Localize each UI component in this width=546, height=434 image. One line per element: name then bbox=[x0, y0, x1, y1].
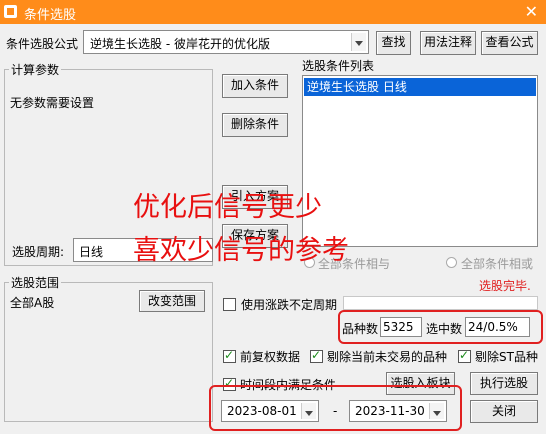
status-text: 选股完毕. bbox=[479, 279, 531, 293]
exclude-st-label: 剔除ST品种 bbox=[475, 350, 538, 364]
params-message: 无参数需要设置 bbox=[10, 96, 95, 110]
close-button[interactable]: 关闭 bbox=[470, 400, 538, 423]
or-label: 全部条件相或 bbox=[461, 257, 534, 271]
title-bar: 条件选股 ✕ bbox=[0, 0, 546, 24]
prev-adjust-label: 前复权数据 bbox=[240, 350, 301, 364]
period-value: 日线 bbox=[79, 245, 104, 259]
change-range-button[interactable]: 改变范围 bbox=[139, 290, 205, 312]
unfixed-period-label: 使用涨跌不定周期 bbox=[241, 298, 338, 312]
condition-list-label: 选股条件列表 bbox=[302, 59, 375, 73]
prev-adjust-checkbox[interactable] bbox=[223, 348, 236, 363]
range-value: 全部A股 bbox=[10, 296, 55, 310]
chevron-down-icon[interactable] bbox=[351, 33, 366, 51]
close-icon[interactable]: ✕ bbox=[525, 2, 538, 21]
view-formula-button[interactable]: 查看公式 bbox=[481, 31, 538, 55]
dates-highlight-box bbox=[209, 385, 462, 431]
unfixed-period-field[interactable] bbox=[343, 296, 538, 310]
usage-notes-button[interactable]: 用法注释 bbox=[420, 31, 476, 55]
unfixed-period-checkbox[interactable] bbox=[223, 298, 236, 311]
add-condition-button[interactable]: 加入条件 bbox=[222, 74, 288, 98]
annotation-line-2: 喜欢少信号的参考 bbox=[133, 235, 349, 266]
exclude-st-checkbox[interactable] bbox=[458, 348, 471, 363]
execute-button[interactable]: 执行选股 bbox=[470, 372, 538, 395]
formula-select-value: 逆境生长选股 - 彼岸花开的优化版 bbox=[90, 37, 270, 51]
find-button[interactable]: 查找 bbox=[376, 31, 411, 55]
params-group-label: 计算参数 bbox=[9, 61, 62, 78]
exclude-untraded-label: 剔除当前未交易的品种 bbox=[327, 350, 448, 364]
formula-select[interactable]: 逆境生长选股 - 彼岸花开的优化版 bbox=[83, 30, 369, 54]
formula-label: 条件选股公式 bbox=[6, 37, 79, 51]
range-group-label: 选股范围 bbox=[9, 274, 62, 291]
condition-list[interactable]: 逆境生长选股 日线 bbox=[302, 75, 538, 247]
stock-screener-window: 条件选股 ✕ 条件选股公式 逆境生长选股 - 彼岸花开的优化版 查找 用法注释 … bbox=[0, 0, 546, 434]
app-icon bbox=[4, 5, 17, 18]
condition-list-item[interactable]: 逆境生长选股 日线 bbox=[304, 78, 536, 96]
window-title: 条件选股 bbox=[24, 8, 77, 23]
delete-condition-button[interactable]: 删除条件 bbox=[222, 113, 288, 137]
exclude-untraded-checkbox[interactable] bbox=[310, 348, 323, 363]
annotation-line-1: 优化后信号更少 bbox=[133, 192, 322, 223]
period-label: 选股周期: bbox=[12, 245, 65, 259]
or-radio[interactable] bbox=[446, 257, 457, 268]
counts-highlight-box bbox=[338, 310, 543, 344]
